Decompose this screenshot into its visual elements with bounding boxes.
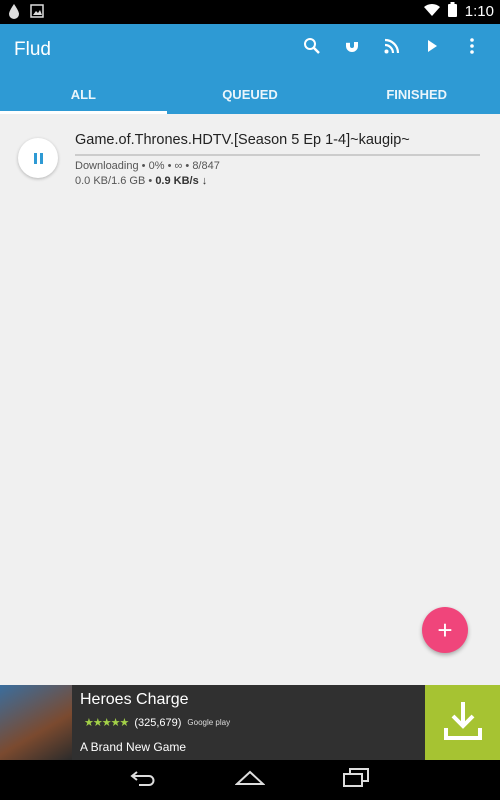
tab-bar: ALL QUEUED FINISHED (0, 74, 500, 114)
ad-rating: ★★★★★ (325,679) Google play (84, 716, 231, 730)
torrent-percent: 0% (148, 160, 165, 172)
toolbar-actions (292, 36, 492, 60)
pause-icon (33, 152, 43, 164)
add-torrent-fab[interactable]: + (422, 607, 468, 653)
ad-app-image[interactable] (0, 685, 72, 760)
torrent-list-item[interactable]: Game.of.Thrones.HDTV.[Season 5 Ep 1-4]~k… (0, 114, 500, 200)
torrent-speed: 0.9 KB/s (155, 175, 199, 187)
torrent-status-line: Downloading • 0% • ∞ • 8/847 (75, 160, 220, 172)
back-button[interactable] (126, 765, 162, 795)
tab-queued[interactable]: QUEUED (167, 74, 334, 114)
overflow-menu-icon (470, 37, 474, 59)
add-magnet-button[interactable] (332, 36, 372, 60)
drop-icon (8, 3, 20, 24)
status-bar: 1:10 (0, 0, 500, 24)
battery-icon (447, 2, 457, 21)
tab-all[interactable]: ALL (0, 74, 167, 114)
torrent-progress-bar (75, 154, 480, 156)
clock: 1:10 (464, 3, 494, 20)
download-arrow-icon: ↓ (201, 175, 208, 187)
ad-title: Heroes Charge (80, 691, 189, 708)
ad-subtitle: A Brand New Game (80, 740, 187, 754)
image-icon (30, 4, 44, 23)
torrent-size-line: 0.0 KB/1.6 GB • 0.9 KB/s ↓ (75, 175, 208, 187)
back-icon (129, 770, 159, 791)
recents-button[interactable] (338, 765, 374, 795)
recents-icon (343, 767, 369, 793)
magnet-icon (343, 37, 361, 60)
search-button[interactable] (292, 36, 332, 60)
torrent-pieces: 8/847 (192, 160, 220, 172)
search-icon (303, 37, 321, 60)
torrent-eta: ∞ (174, 160, 183, 172)
plus-icon: + (437, 614, 453, 645)
nav-bar (0, 760, 500, 800)
ad-banner[interactable]: Heroes Charge ★★★★★ (325,679) Google pla… (0, 685, 500, 760)
tab-finished[interactable]: FINISHED (333, 74, 500, 114)
play-icon (425, 39, 439, 58)
home-button[interactable] (232, 765, 268, 795)
rss-button[interactable] (372, 36, 412, 60)
rss-icon (384, 38, 400, 59)
star-rating: ★★★★★ (84, 717, 129, 729)
torrent-name: Game.of.Thrones.HDTV.[Season 5 Ep 1-4]~k… (75, 132, 410, 148)
wifi-icon (423, 3, 440, 21)
pause-button[interactable] (18, 138, 58, 178)
ad-reviews: (325,679) (134, 716, 182, 729)
torrent-status: Downloading (75, 160, 139, 172)
app-bar: Flud ALL QUEUED FINISHED (0, 24, 500, 114)
torrent-size: 0.0 KB/1.6 GB (75, 175, 146, 187)
download-icon (441, 698, 485, 747)
resume-all-button[interactable] (412, 36, 452, 60)
home-icon (234, 770, 266, 791)
google-play-badge: Google play (187, 718, 231, 727)
ad-download-button[interactable] (425, 685, 500, 760)
app-title: Flud (14, 39, 51, 60)
overflow-menu-button[interactable] (452, 36, 492, 60)
